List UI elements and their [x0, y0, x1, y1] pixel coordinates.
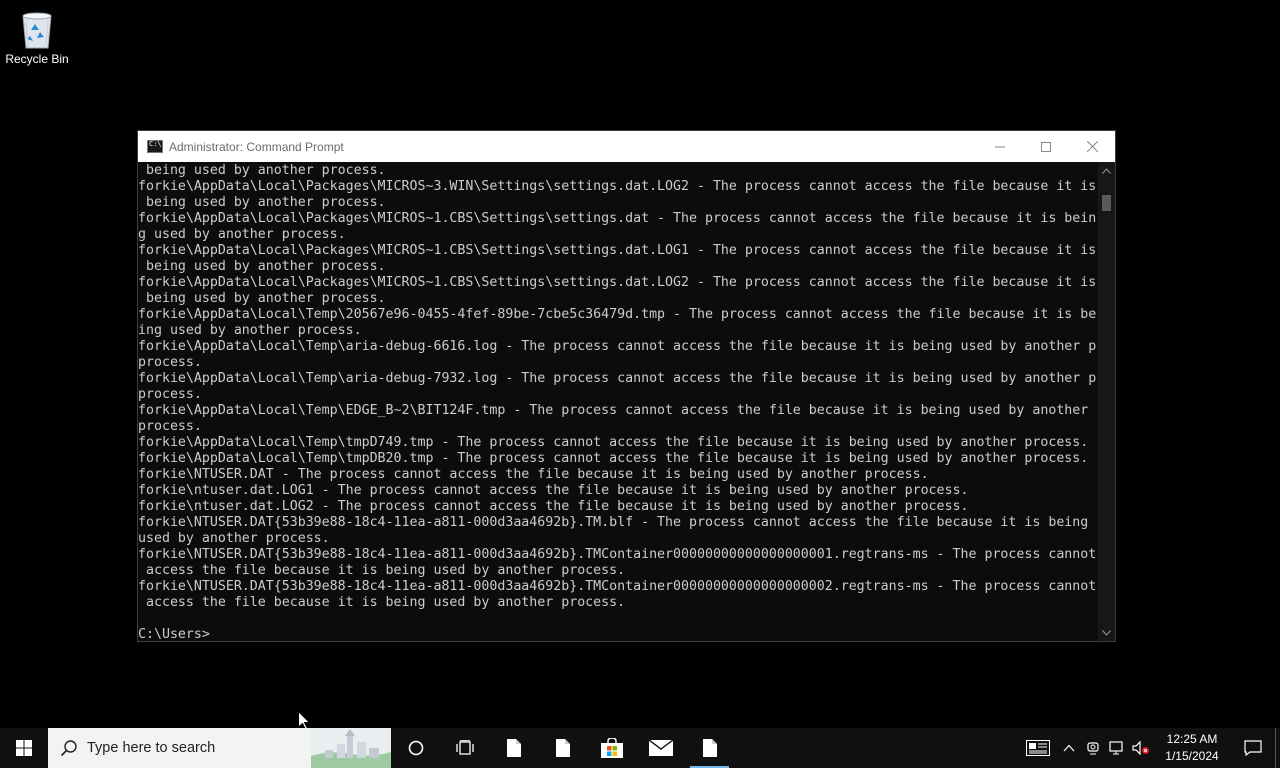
- search-placeholder: Type here to search: [87, 740, 216, 756]
- show-hidden-icons-button[interactable]: [1057, 728, 1081, 768]
- console-line: process.: [138, 355, 202, 370]
- console-line: used by another process.: [138, 531, 330, 546]
- store-icon: [600, 738, 623, 758]
- taskbar-app-file-3[interactable]: [685, 728, 734, 768]
- close-icon: [1086, 141, 1098, 152]
- task-view-icon: [455, 740, 474, 755]
- search-input[interactable]: Type here to search: [48, 728, 391, 768]
- console-line: C:\Users>: [138, 627, 210, 641]
- console-line: access the file because it is being used…: [138, 563, 626, 578]
- clock-time: 12:25 AM: [1166, 732, 1218, 746]
- chevron-up-icon: [1063, 744, 1075, 752]
- volume-muted-icon: [1132, 741, 1149, 755]
- console-line: g used by another process.: [138, 227, 346, 242]
- file-icon: [555, 739, 570, 757]
- mail-icon: [648, 740, 673, 756]
- webcam-icon: [1087, 742, 1099, 755]
- windows-logo-icon: [16, 740, 32, 756]
- chevron-up-icon: [1102, 167, 1111, 174]
- command-prompt-window[interactable]: Administrator: Command Prompt being used…: [137, 130, 1116, 642]
- console-line: being used by another process.: [138, 163, 386, 178]
- console-line: process.: [138, 419, 202, 434]
- console-line: forkie\AppData\Local\Temp\EDGE_B~2\BIT12…: [138, 403, 1089, 418]
- file-icon: [702, 739, 717, 757]
- console-line: being used by another process.: [138, 291, 386, 306]
- news-button[interactable]: [1019, 728, 1057, 768]
- console-line: forkie\AppData\Local\Temp\aria-debug-793…: [138, 371, 1097, 386]
- news-icon: [1026, 740, 1050, 756]
- console-scrollbar[interactable]: [1098, 162, 1115, 641]
- maximize-button[interactable]: [1023, 131, 1069, 162]
- console-line: forkie\AppData\Local\Temp\tmpDB20.tmp - …: [138, 451, 1089, 466]
- recycle-bin-icon: [22, 12, 52, 49]
- meet-now-button[interactable]: [1081, 728, 1105, 768]
- console-line: forkie\ntuser.dat.LOG1 - The process can…: [138, 483, 969, 498]
- console-line: forkie\NTUSER.DAT - The process cannot a…: [138, 467, 929, 482]
- console-output[interactable]: being used by another process. forkie\App…: [138, 162, 1099, 641]
- console-line: access the file because it is being used…: [138, 595, 626, 610]
- cortana-button[interactable]: [391, 728, 440, 768]
- scroll-down-button[interactable]: [1098, 624, 1115, 641]
- console-line: forkie\NTUSER.DAT{53b39e88-18c4-11ea-a81…: [138, 547, 1097, 562]
- minimize-icon: [995, 146, 1005, 147]
- console-line: forkie\AppData\Local\Temp\aria-debug-661…: [138, 339, 1097, 354]
- window-titlebar[interactable]: Administrator: Command Prompt: [138, 131, 1115, 162]
- console-line: forkie\AppData\Local\Temp\tmpD749.tmp - …: [138, 435, 1089, 450]
- network-button[interactable]: [1105, 728, 1129, 768]
- recycle-bin-label: Recycle Bin: [5, 52, 69, 66]
- taskbar: Type here to search 12:25 AM 1/15/2024: [0, 728, 1280, 768]
- chevron-down-icon: [1102, 629, 1111, 636]
- action-center-button[interactable]: [1231, 728, 1275, 768]
- file-icon: [506, 739, 521, 757]
- console-line: forkie\AppData\Local\Temp\20567e96-0455-…: [138, 307, 1097, 322]
- taskbar-clock[interactable]: 12:25 AM 1/15/2024: [1153, 731, 1231, 765]
- console-line: process.: [138, 387, 202, 402]
- console-line: forkie\NTUSER.DAT{53b39e88-18c4-11ea-a81…: [138, 579, 1097, 594]
- start-button[interactable]: [0, 728, 48, 768]
- console-line: forkie\ntuser.dat.LOG2 - The process can…: [138, 499, 969, 514]
- volume-button[interactable]: [1129, 728, 1153, 768]
- console-line: forkie\NTUSER.DAT{53b39e88-18c4-11ea-a81…: [138, 515, 1089, 530]
- task-view-button[interactable]: [440, 728, 489, 768]
- taskbar-app-store[interactable]: [587, 728, 636, 768]
- console-line: forkie\AppData\Local\Packages\MICROS~1.C…: [138, 211, 1097, 226]
- console-line: being used by another process.: [138, 259, 386, 274]
- taskbar-app-mail[interactable]: [636, 728, 685, 768]
- close-button[interactable]: [1069, 131, 1115, 162]
- system-tray: 12:25 AM 1/15/2024: [1019, 728, 1280, 768]
- window-title: Administrator: Command Prompt: [169, 139, 344, 154]
- minimize-button[interactable]: [977, 131, 1023, 162]
- console-line: forkie\AppData\Local\Packages\MICROS~1.C…: [138, 275, 1097, 290]
- window-controls: [977, 131, 1115, 162]
- console-line: ing used by another process.: [138, 323, 362, 338]
- notification-icon: [1244, 740, 1262, 756]
- scroll-up-button[interactable]: [1098, 162, 1115, 179]
- taskbar-app-file-1[interactable]: [489, 728, 538, 768]
- scroll-thumb[interactable]: [1102, 195, 1111, 211]
- taskbar-app-file-2[interactable]: [538, 728, 587, 768]
- search-highlight-illustration: [311, 728, 391, 768]
- console-line: forkie\AppData\Local\Packages\MICROS~3.W…: [138, 179, 1097, 194]
- cortana-icon: [408, 740, 423, 756]
- maximize-icon: [1041, 141, 1051, 152]
- search-icon: [60, 740, 77, 757]
- clock-date: 1/15/2024: [1165, 749, 1219, 763]
- console-line: being used by another process.: [138, 195, 386, 210]
- cmd-app-icon: [147, 140, 163, 153]
- network-icon: [1109, 741, 1123, 755]
- recycle-bin[interactable]: Recycle Bin: [4, 6, 70, 66]
- show-desktop-button[interactable]: [1275, 728, 1280, 768]
- console-line: forkie\AppData\Local\Packages\MICROS~1.C…: [138, 243, 1097, 258]
